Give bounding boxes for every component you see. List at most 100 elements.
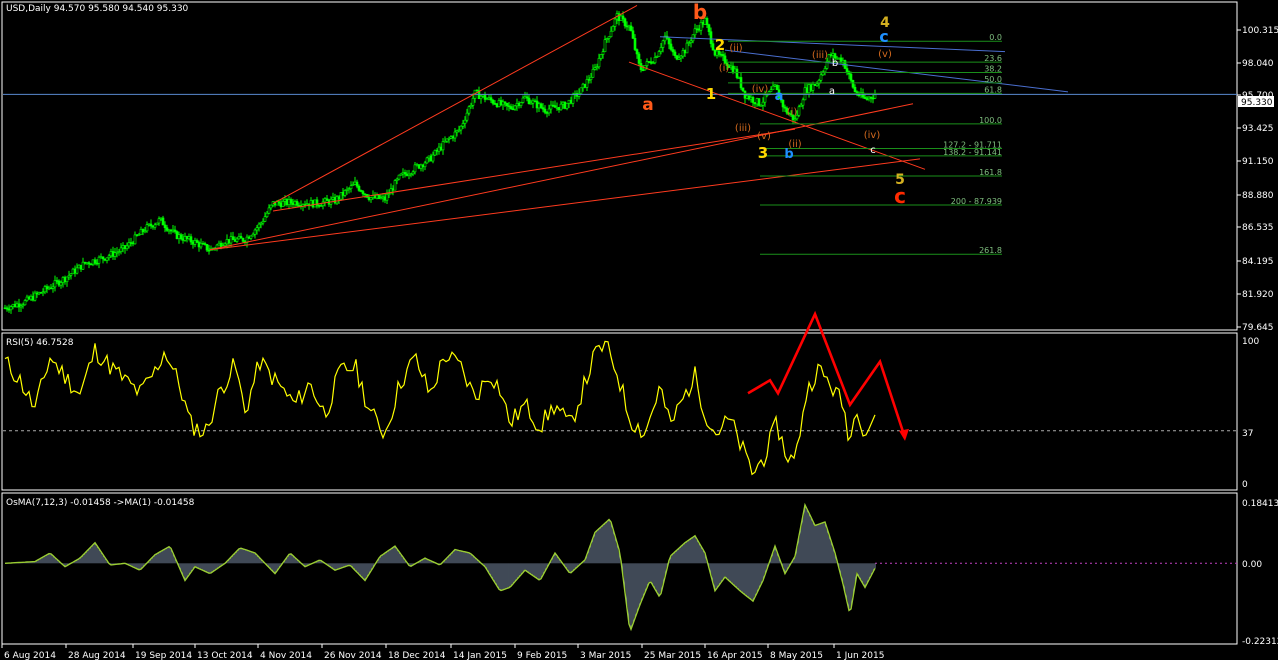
candle-body	[101, 256, 105, 260]
candle-body	[239, 236, 243, 239]
date-axis-label: 6 Aug 2014	[4, 651, 56, 660]
date-axis-label: 3 Mar 2015	[580, 651, 631, 660]
candle-body	[77, 264, 81, 269]
candle-body	[183, 236, 187, 241]
wave-label: 1	[706, 85, 716, 103]
candle-body	[181, 238, 185, 241]
date-axis-label: 28 Aug 2014	[68, 651, 126, 660]
candle-body	[5, 307, 9, 310]
wave-label: 2	[715, 36, 725, 54]
candle-body	[69, 273, 73, 276]
wave-label: 3	[758, 144, 768, 162]
candle-body	[873, 94, 877, 99]
candle-body	[223, 243, 227, 246]
candle-body	[141, 229, 145, 232]
candle-body	[423, 162, 427, 168]
candle-body	[849, 73, 853, 81]
candle-body	[269, 204, 273, 209]
candle-body	[603, 39, 607, 53]
candle-body	[611, 26, 615, 32]
candle-body	[119, 247, 123, 252]
candle-body	[461, 123, 465, 127]
candle-body	[851, 80, 855, 88]
date-axis-label: 16 Apr 2015	[707, 651, 763, 660]
main-panel-frame	[1, 1, 1238, 331]
date-axis-label: 14 Jan 2015	[453, 651, 507, 660]
wave-label: a	[642, 95, 653, 115]
candle-body	[165, 227, 169, 231]
trendline	[272, 5, 638, 205]
candle-body	[231, 236, 235, 240]
fib-level-label: 161.8	[979, 168, 1002, 177]
candle-body	[465, 112, 469, 121]
main-header: USD,Daily 94.570 95.580 94.540 95.330	[6, 4, 189, 14]
price-axis-label: 100.315	[1242, 26, 1278, 36]
candle-body	[85, 262, 89, 264]
candle-body	[823, 68, 827, 73]
candle-body	[249, 235, 253, 239]
price-axis-label: 84.195	[1242, 257, 1274, 267]
candle-body	[229, 236, 233, 244]
wave-label: (iv)	[752, 84, 769, 95]
candle-body	[265, 212, 269, 217]
candle-body	[393, 180, 397, 191]
candle-body	[169, 229, 173, 232]
candle-body	[79, 264, 83, 270]
date-axis-label: 13 Oct 2014	[197, 651, 253, 660]
price-axis-label: 86.535	[1242, 223, 1274, 233]
candle-body	[661, 40, 665, 48]
candle-body	[621, 15, 625, 20]
wave-label: c	[879, 27, 888, 46]
fib-level-label: 138.2 - 91.141	[943, 148, 1002, 157]
candle-body	[177, 234, 181, 239]
fib-level-label: 61.8	[984, 85, 1002, 94]
candle-body	[491, 99, 495, 104]
candle-body	[247, 236, 251, 239]
wave-label: b	[693, 0, 707, 24]
candle-body	[599, 54, 603, 59]
candle-body	[139, 229, 143, 235]
candle-body	[13, 303, 17, 308]
candle-body	[87, 262, 91, 265]
candle-body	[105, 257, 109, 261]
candle-body	[711, 43, 715, 51]
candle-body	[547, 108, 551, 114]
price-axis-label: 98.040	[1242, 59, 1274, 69]
candle-body	[513, 105, 517, 110]
candle-body	[707, 24, 711, 32]
candle-body	[171, 229, 175, 232]
candle-body	[189, 236, 193, 243]
candle-body	[669, 43, 673, 50]
candle-body	[251, 233, 255, 237]
candle-body	[237, 236, 241, 240]
date-axis-label: 8 May 2015	[770, 651, 823, 660]
candle-body	[797, 106, 801, 116]
candle-body	[751, 97, 755, 103]
fib-level-label: 38.2	[984, 65, 1002, 74]
date-axis-label: 1 Jun 2015	[836, 651, 884, 660]
forex-chart: 0.023.638.250.061.8100.0127.2 - 91.71113…	[1, 0, 1278, 660]
candle-body	[91, 259, 95, 265]
candle-body	[155, 222, 159, 226]
candle-body	[59, 282, 63, 286]
candle-body	[115, 251, 119, 254]
candle-body	[81, 261, 85, 270]
fib-level-label: 261.8	[979, 246, 1002, 255]
candle-body	[65, 276, 69, 283]
wave-label: (ii)	[788, 139, 801, 150]
price-axis-label: 95.700	[1242, 91, 1274, 101]
candle-body	[143, 230, 147, 233]
candle-body	[657, 51, 661, 57]
candle-body	[635, 49, 639, 55]
date-axis-label: 25 Mar 2015	[644, 651, 701, 660]
fib-level-label: 200 - 87.939	[951, 197, 1002, 206]
candle-body	[637, 53, 641, 64]
wave-label: (v)	[757, 131, 771, 142]
fib-level-label: 23.6	[984, 54, 1002, 63]
candle-body	[431, 154, 435, 162]
price-axis-label: 93.425	[1242, 124, 1274, 134]
candle-body	[441, 141, 445, 151]
candle-body	[175, 231, 179, 239]
candle-body	[129, 242, 133, 244]
candle-body	[629, 25, 633, 32]
